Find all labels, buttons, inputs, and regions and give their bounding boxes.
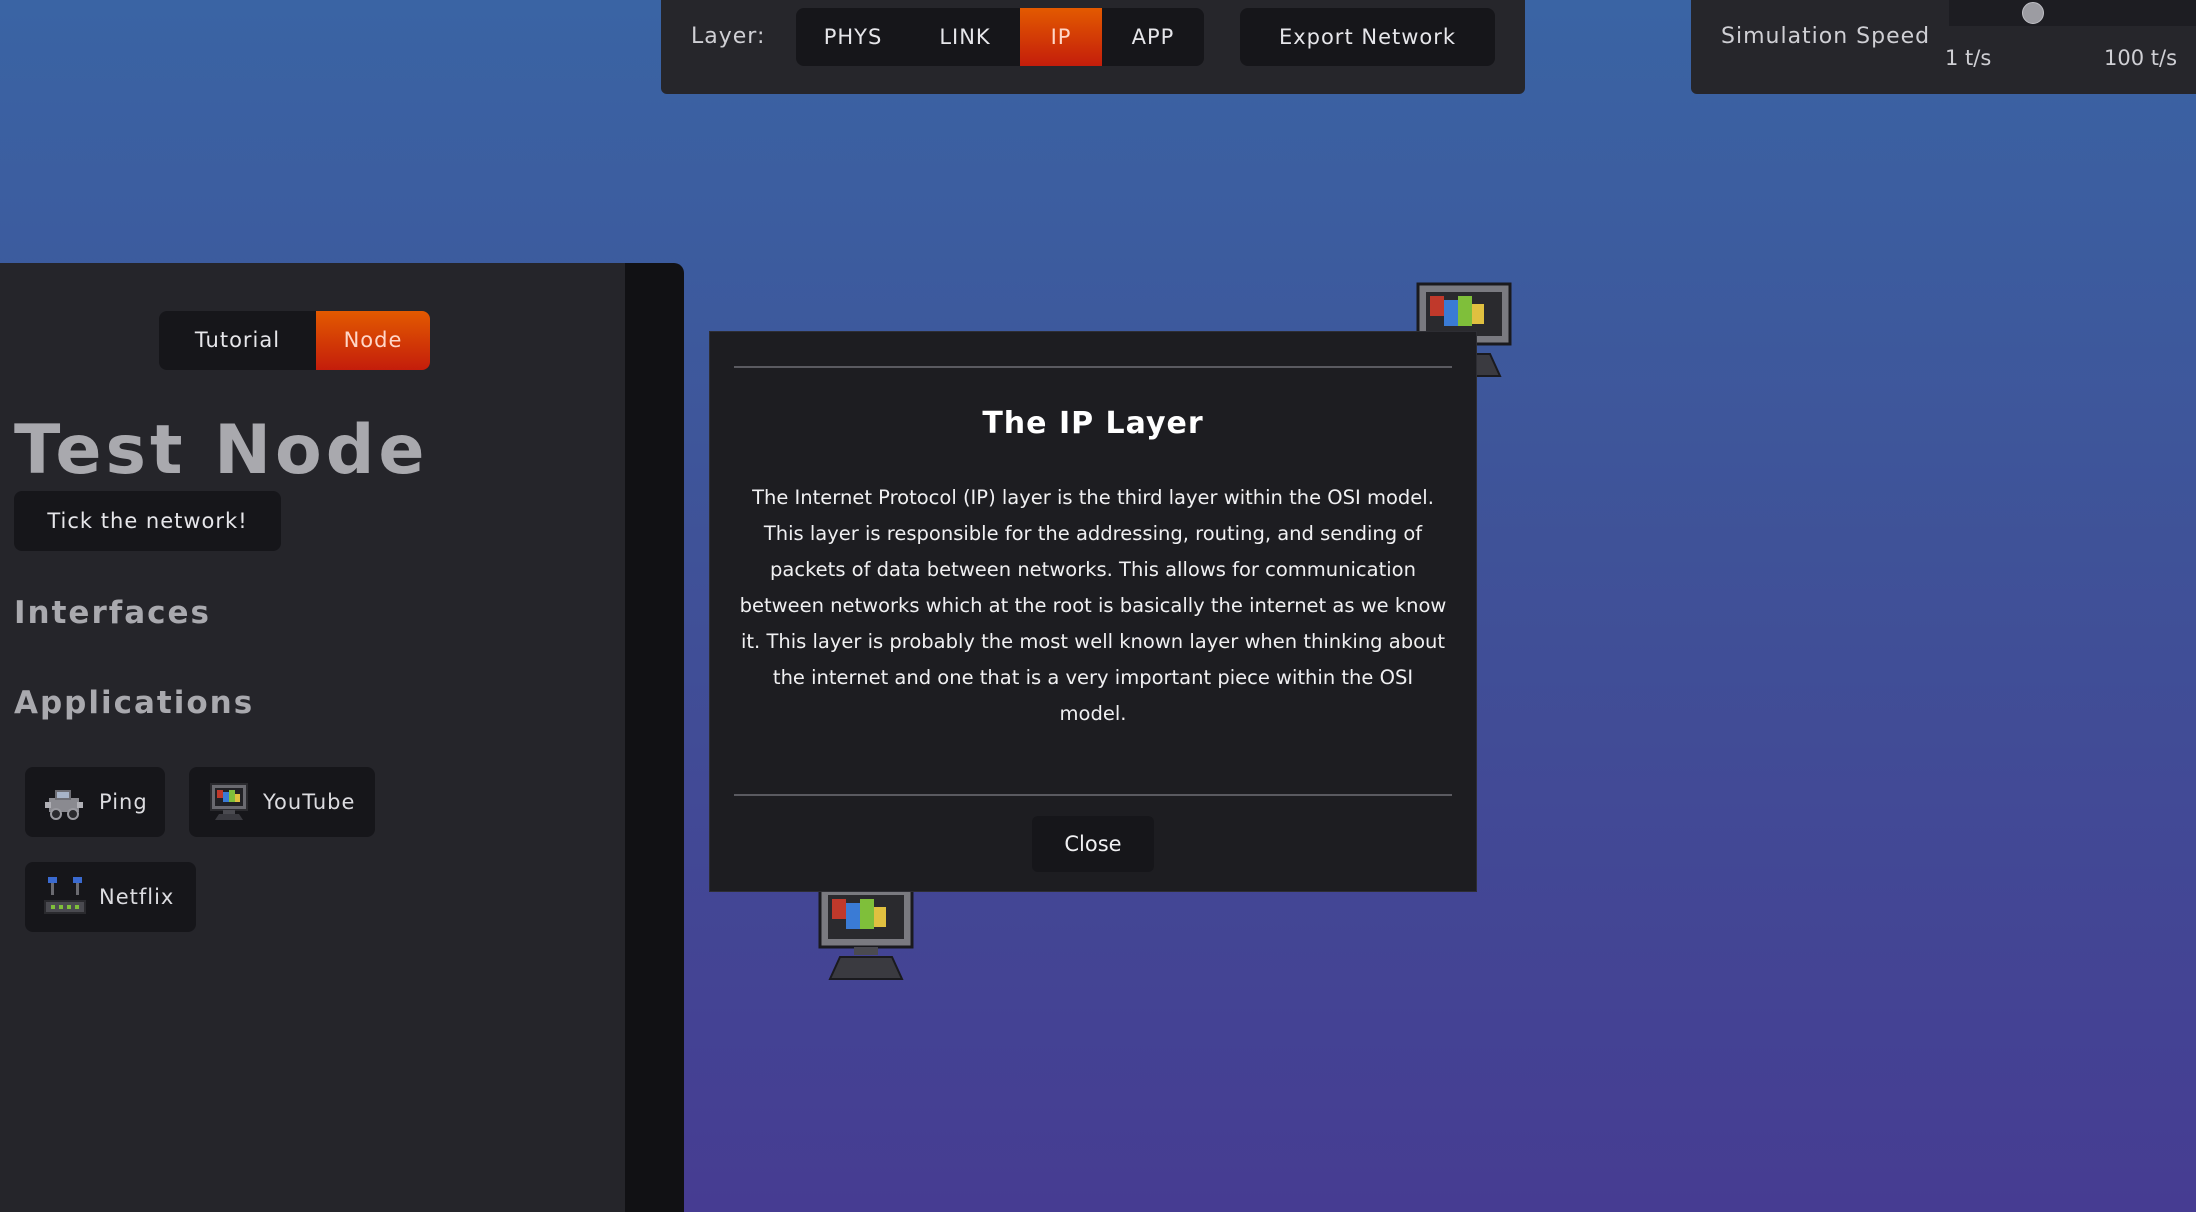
layer-button-link[interactable]: LINK	[910, 8, 1020, 66]
router-icon	[43, 875, 87, 919]
modal-divider	[734, 794, 1452, 796]
computer-icon	[818, 885, 914, 980]
layer-button-ip[interactable]: IP	[1020, 8, 1102, 66]
simulation-speed-label: Simulation Speed	[1721, 24, 1931, 49]
modal-divider	[734, 366, 1452, 368]
slider-thumb[interactable]	[2021, 2, 2044, 24]
app-label-netflix: Netflix	[99, 885, 175, 909]
layer-toolbar: Layer: PHYS LINK IP APP Export Network	[661, 0, 1525, 94]
ip-layer-modal: The IP Layer The Internet Protocol (IP) …	[709, 331, 1477, 892]
sidebar-panel: Tutorial Node Test Node Tick the network…	[0, 263, 625, 1212]
speed-min-label: 1 t/s	[1945, 46, 1992, 70]
app-label-youtube: YouTube	[263, 790, 356, 814]
interfaces-heading: Interfaces	[14, 595, 211, 631]
modal-title: The IP Layer	[982, 406, 1204, 441]
app-label-ping: Ping	[99, 790, 148, 814]
sidebar-tabs: Tutorial Node	[159, 311, 430, 370]
app-button-netflix[interactable]: Netflix	[25, 862, 196, 932]
modal-body: The Internet Protocol (IP) layer is the …	[739, 486, 1447, 725]
simulation-speed-panel: Simulation Speed 1 t/s 100 t/s	[1691, 0, 2196, 94]
simulation-speed-slider[interactable]	[1949, 0, 2196, 26]
applications-heading: Applications	[14, 685, 255, 721]
export-network-button[interactable]: Export Network	[1240, 8, 1495, 66]
layer-label: Layer:	[691, 24, 766, 49]
app-button-ping[interactable]: Ping	[25, 767, 165, 837]
ping-car-icon	[43, 780, 87, 824]
speed-max-label: 100 t/s	[2104, 46, 2178, 70]
tab-tutorial[interactable]: Tutorial	[159, 311, 316, 370]
network-node-computer[interactable]	[818, 885, 914, 981]
layer-button-app[interactable]: APP	[1102, 8, 1204, 66]
layer-selector: PHYS LINK IP APP	[796, 8, 1204, 66]
sidebar: Tutorial Node Test Node Tick the network…	[0, 263, 684, 1212]
close-button[interactable]: Close	[1032, 816, 1154, 872]
layer-button-phys[interactable]: PHYS	[796, 8, 910, 66]
node-title: Test Node	[14, 411, 429, 490]
tick-network-button[interactable]: Tick the network!	[14, 491, 281, 551]
app-button-youtube[interactable]: YouTube	[189, 767, 375, 837]
monitor-icon	[207, 780, 251, 824]
tab-node[interactable]: Node	[316, 311, 430, 370]
